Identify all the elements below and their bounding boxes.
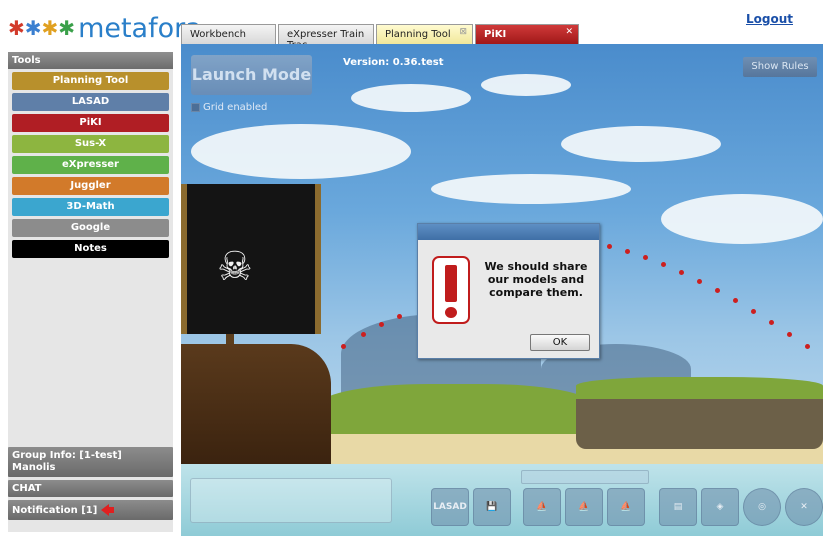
- cloud: [351, 84, 471, 112]
- tab-close-icon[interactable]: ✕: [565, 27, 573, 37]
- ship-option-3-button[interactable]: ⛵: [607, 488, 645, 526]
- skull-icon: ☠: [217, 244, 253, 290]
- dialog-body: We should share our models and compare t…: [418, 240, 599, 360]
- show-rules-button[interactable]: Show Rules: [743, 57, 817, 77]
- message-output-box: [190, 478, 392, 523]
- dialog-title-bar[interactable]: [418, 224, 599, 240]
- ok-button[interactable]: OK: [530, 334, 590, 351]
- trajectory-dot: [379, 322, 384, 327]
- close-circle-button[interactable]: ✕: [785, 488, 823, 526]
- tab-label: Planning Tool: [385, 29, 451, 40]
- note-button[interactable]: ▤: [659, 488, 697, 526]
- trajectory-dot: [625, 249, 630, 254]
- trajectory-dot: [769, 320, 774, 325]
- trajectory-dot: [679, 270, 684, 275]
- lasad-button[interactable]: LASAD: [431, 488, 469, 526]
- ship-option-1-button[interactable]: ⛵: [523, 488, 561, 526]
- tab-expresser-train-track[interactable]: eXpresser Train Trac: [278, 24, 374, 51]
- help-lifebuoy-button[interactable]: ◎: [743, 488, 781, 526]
- tools-sidebar: Tools Planning Tool LASAD PiKI Sus-X eXp…: [8, 52, 173, 532]
- grid-enabled-toggle[interactable]: Grid enabled: [191, 102, 267, 113]
- tab-label: Workbench: [190, 29, 246, 40]
- save-disk-button[interactable]: 💾: [473, 488, 511, 526]
- trajectory-dot: [361, 332, 366, 337]
- trajectory-dot: [733, 298, 738, 303]
- piki-game-area[interactable]: ☠ Launch Mode Version: 0.36.test Show Ru…: [181, 44, 823, 536]
- cloud: [481, 74, 571, 96]
- group-info-label: Group Info: [1-test]: [12, 450, 122, 461]
- chat-panel[interactable]: CHAT: [8, 480, 173, 497]
- app-root: ✱ ✱ ✱ ✱ metafora Logout Workbench eXpres…: [0, 0, 823, 536]
- trajectory-dot: [341, 344, 346, 349]
- group-member-name: Manolis: [12, 462, 56, 473]
- notification-label: Notification [1]: [12, 504, 98, 516]
- cloud: [661, 194, 823, 244]
- grid-checkbox[interactable]: [191, 103, 200, 112]
- tab-workbench[interactable]: Workbench: [181, 24, 276, 44]
- tab-bar: Workbench eXpresser Train Trac Planning …: [181, 24, 581, 51]
- trajectory-dot: [607, 244, 612, 249]
- pirate-sail: ☠: [181, 184, 321, 334]
- lasad-label: LASAD: [433, 502, 467, 512]
- trajectory-dot: [751, 309, 756, 314]
- ship-icon: ⛵: [578, 502, 590, 512]
- cloud: [431, 174, 631, 204]
- tool-google-button[interactable]: Google: [12, 219, 169, 237]
- trajectory-dot: [697, 279, 702, 284]
- tab-close-icon[interactable]: ⊠: [459, 27, 467, 37]
- tool-expresser-button[interactable]: eXpresser: [12, 156, 169, 174]
- tool-notes-button[interactable]: Notes: [12, 240, 169, 258]
- dialog-message: We should share our models and compare t…: [484, 260, 588, 299]
- trajectory-dot: [715, 288, 720, 293]
- cloud: [191, 124, 411, 179]
- trajectory-dot: [787, 332, 792, 337]
- layer-button[interactable]: ◈: [701, 488, 739, 526]
- pirate-ship-hull: [181, 344, 331, 464]
- trajectory-dot: [397, 314, 402, 319]
- tool-3d-math-button[interactable]: 3D-Math: [12, 198, 169, 216]
- notification-panel[interactable]: Notification [1]: [8, 500, 173, 520]
- tool-piki-button[interactable]: PiKI: [12, 114, 169, 132]
- trajectory-dot: [661, 262, 666, 267]
- ship-icon: ⛵: [536, 502, 548, 512]
- note-icon: ▤: [673, 502, 683, 512]
- tool-susx-button[interactable]: Sus-X: [12, 135, 169, 153]
- cloud: [561, 126, 721, 162]
- ship-icon: ⛵: [620, 502, 632, 512]
- layer-icon: ◈: [716, 502, 724, 512]
- grass-top: [576, 377, 823, 399]
- tool-planning-tool-button[interactable]: Planning Tool: [12, 72, 169, 90]
- toolbar-panel-label: [521, 470, 649, 484]
- launch-mode-button[interactable]: Launch Mode: [191, 55, 312, 95]
- tool-lasad-button[interactable]: LASAD: [12, 93, 169, 111]
- close-icon: ✕: [800, 502, 808, 512]
- grass-island: [321, 384, 591, 434]
- group-info-panel[interactable]: Group Info: [1-test] Manolis: [8, 447, 173, 477]
- tools-header: Tools: [8, 52, 173, 69]
- tab-planning-tool[interactable]: Planning Tool ⊠: [376, 24, 473, 44]
- trajectory-dot: [643, 255, 648, 260]
- tool-juggler-button[interactable]: Juggler: [12, 177, 169, 195]
- sidebar-bottom: Group Info: [1-test] Manolis CHAT Notifi…: [8, 444, 173, 520]
- ship-option-2-button[interactable]: ⛵: [565, 488, 603, 526]
- logout-link[interactable]: Logout: [746, 12, 793, 26]
- grid-enabled-label: Grid enabled: [203, 102, 268, 113]
- exclamation-alert-icon: [432, 256, 470, 324]
- metafora-logo: ✱ ✱ ✱ ✱ metafora: [8, 8, 202, 48]
- floppy-disk-icon: 💾: [486, 502, 498, 512]
- logo-stars-icon: ✱ ✱ ✱ ✱: [8, 16, 76, 40]
- red-arrow-icon: [101, 504, 115, 516]
- tab-piki[interactable]: PiKI ✕: [475, 24, 579, 44]
- alert-dialog: We should share our models and compare t…: [417, 223, 600, 359]
- trajectory-dot: [805, 344, 810, 349]
- tab-label: PiKI: [484, 29, 507, 40]
- version-label: Version: 0.36.test: [343, 57, 444, 68]
- lifebuoy-icon: ◎: [758, 502, 766, 512]
